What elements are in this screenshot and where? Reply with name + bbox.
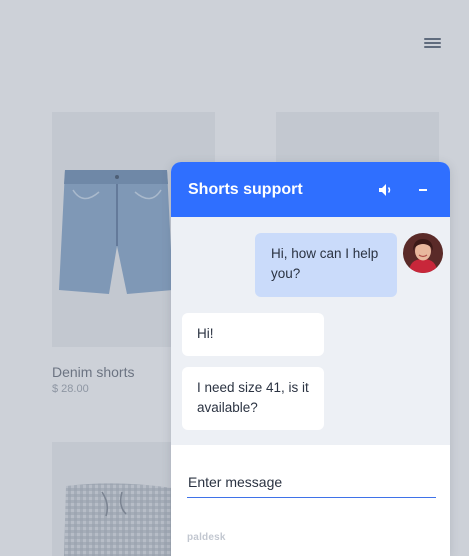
minimize-icon[interactable]	[417, 181, 431, 197]
message-user: Hi!	[182, 313, 324, 356]
chat-title: Shorts support	[188, 181, 303, 198]
product-name[interactable]: Denim shorts	[52, 364, 134, 380]
gingham-shorts-image	[64, 483, 174, 556]
chat-widget: Shorts support Hi, how can I help you? H…	[171, 162, 450, 556]
agent-avatar	[403, 233, 443, 273]
product-price: $ 28.00	[52, 383, 89, 395]
denim-shorts-image	[59, 170, 173, 294]
brand-logo[interactable]: paldesk	[187, 532, 226, 543]
menu-icon[interactable]	[424, 38, 441, 50]
sound-icon[interactable]	[378, 183, 394, 197]
message-user: I need size 41, is it available?	[182, 367, 324, 430]
message-agent: Hi, how can I help you?	[255, 233, 397, 297]
chat-header: Shorts support	[171, 162, 450, 217]
message-composer: paldesk	[171, 445, 450, 556]
message-input[interactable]	[187, 470, 436, 498]
